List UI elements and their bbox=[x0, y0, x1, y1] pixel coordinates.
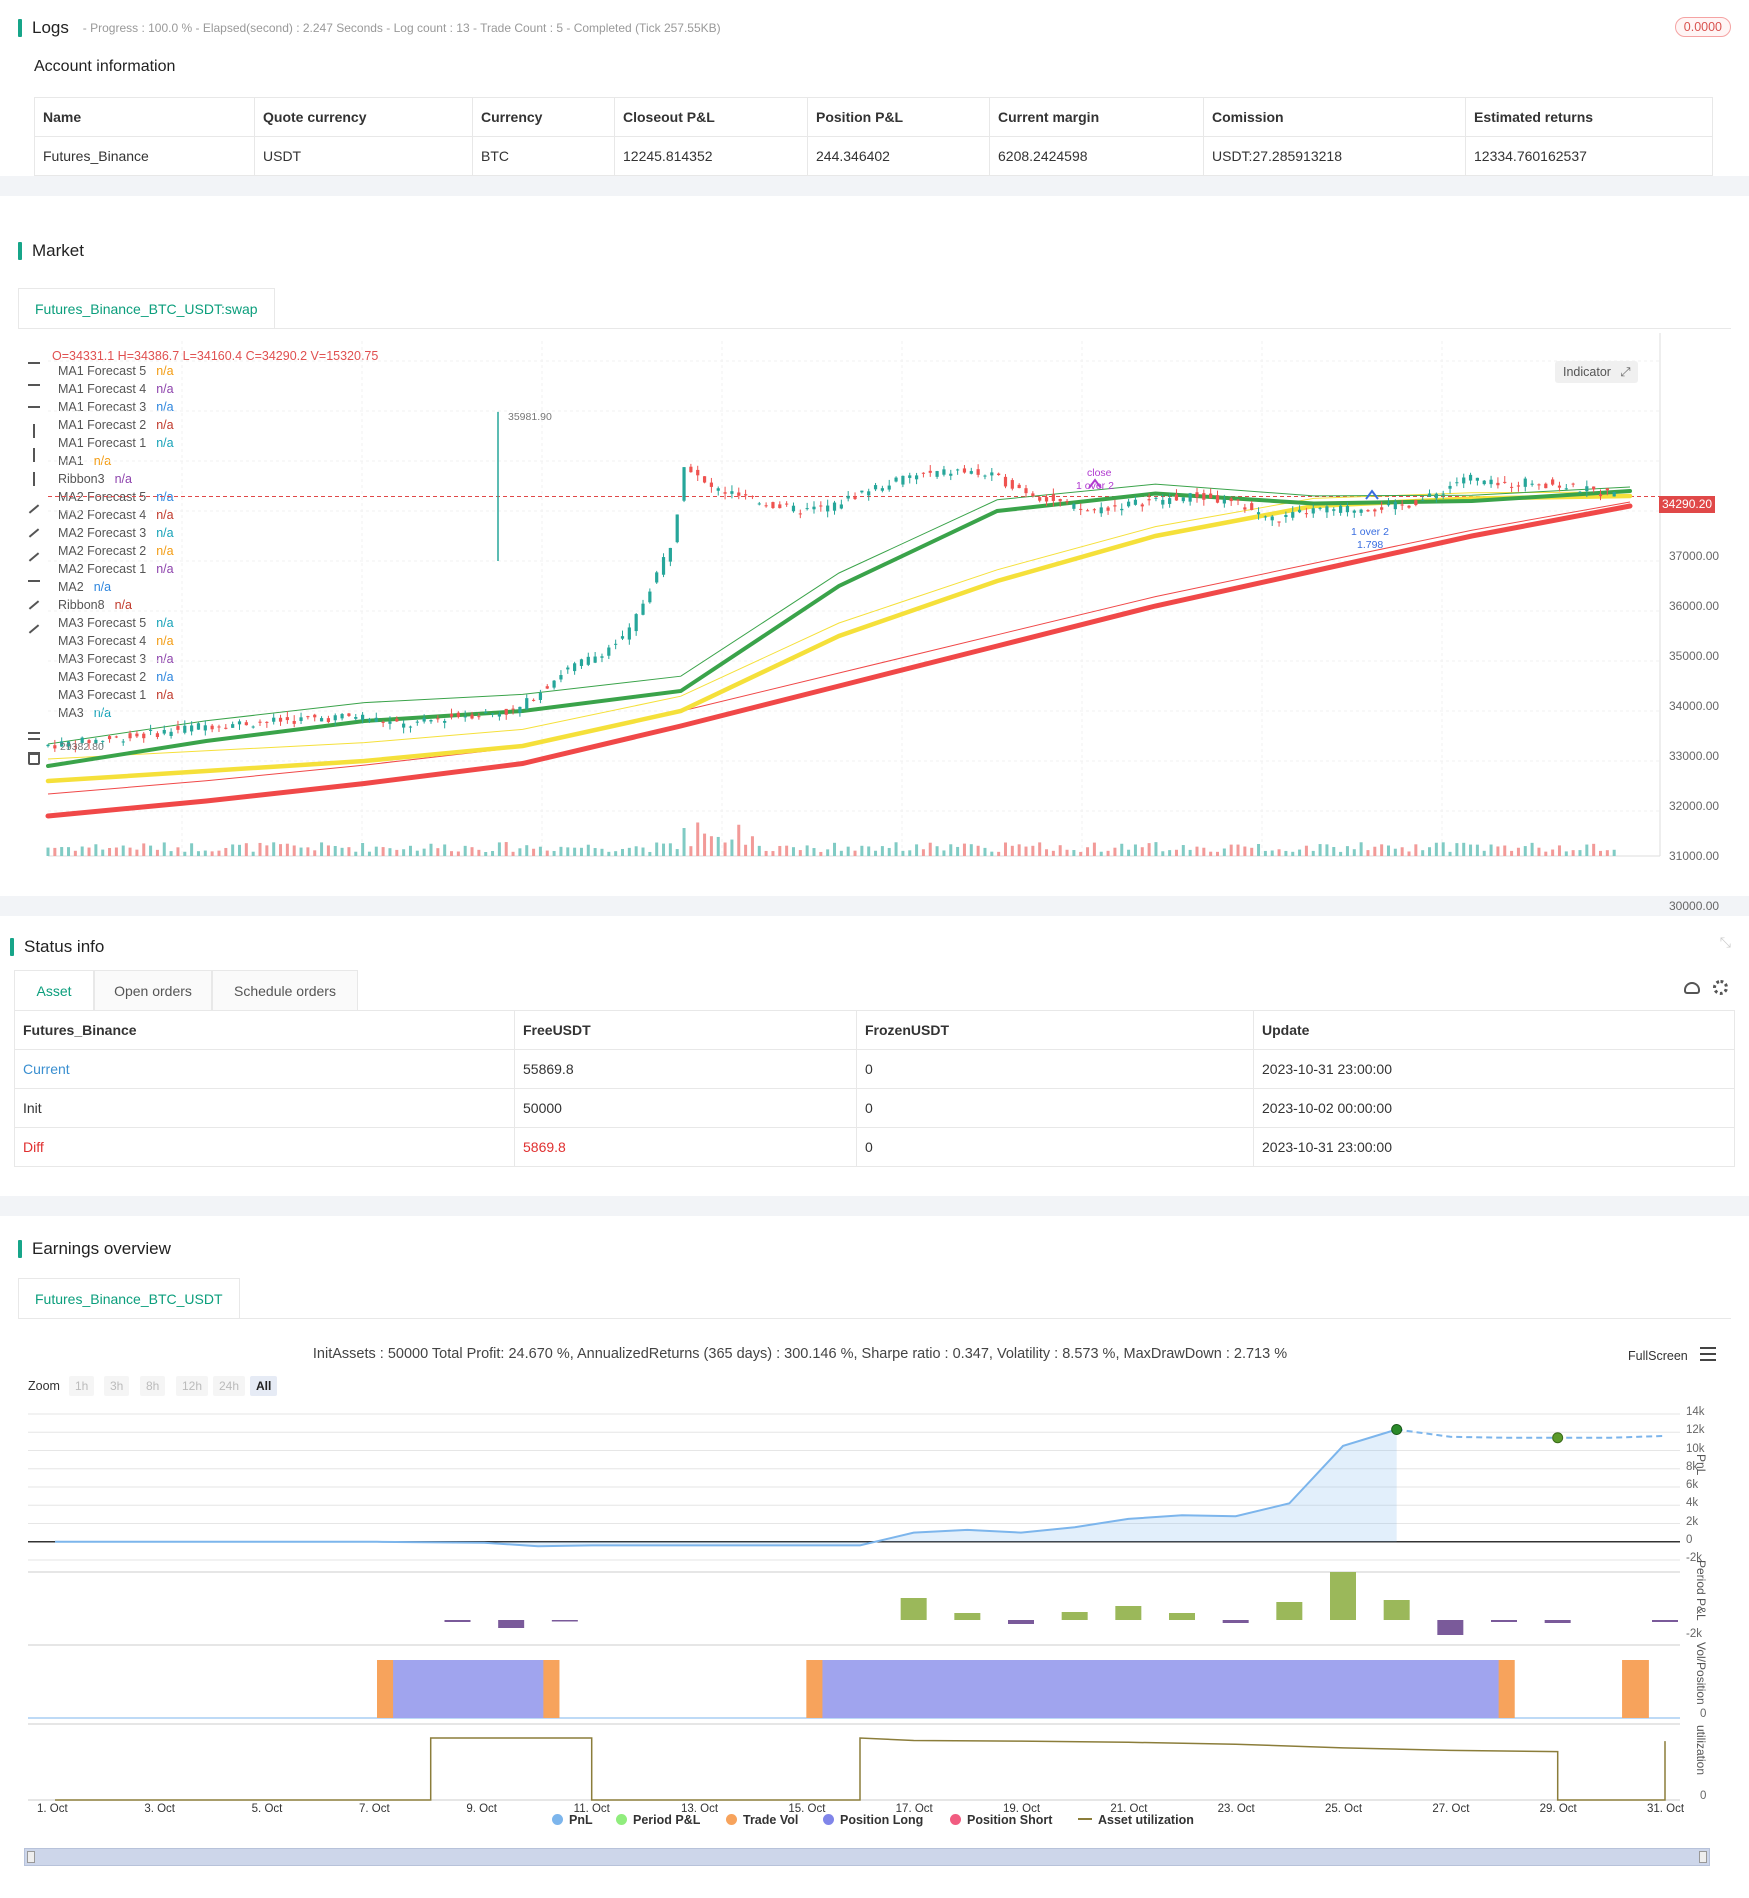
date-tick: 29. Oct bbox=[1539, 1803, 1577, 1815]
pnl-forecast-line bbox=[1396, 1428, 1666, 1439]
period-bar bbox=[444, 1620, 471, 1622]
legend-item[interactable]: Period P&L bbox=[616, 1813, 700, 1827]
legend-item-label: Period P&L bbox=[633, 1813, 701, 1827]
axis-title: Period P&L bbox=[1694, 1560, 1708, 1621]
pnl-tick: 0 bbox=[1686, 1533, 1693, 1546]
max-marker bbox=[1391, 1424, 1403, 1436]
period-bar bbox=[1491, 1620, 1517, 1622]
legend-marker-icon bbox=[726, 1814, 737, 1825]
date-tick: 1. Oct bbox=[37, 1803, 68, 1815]
legend-marker-icon bbox=[552, 1814, 563, 1825]
pnl-tick: 12k bbox=[1686, 1424, 1705, 1437]
period-bar bbox=[1061, 1612, 1088, 1620]
date-tick: 31. Oct bbox=[1647, 1803, 1685, 1815]
vol-tick: 0 bbox=[1700, 1708, 1707, 1720]
axis-title: PnL bbox=[1694, 1454, 1708, 1476]
period-bar bbox=[1544, 1620, 1571, 1623]
period-bar bbox=[1008, 1620, 1034, 1624]
date-tick: 7. Oct bbox=[359, 1803, 390, 1815]
period-bar bbox=[1330, 1572, 1356, 1620]
date-tick: 25. Oct bbox=[1325, 1803, 1363, 1815]
axis-title: Vol/Position bbox=[1694, 1642, 1708, 1705]
date-tick: 3. Oct bbox=[144, 1803, 176, 1815]
legend-item-label: Position Long bbox=[840, 1813, 924, 1827]
pnl-tick: 2k bbox=[1686, 1515, 1699, 1528]
legend-item-label: Trade Vol bbox=[743, 1813, 799, 1827]
legend-item-label: Asset utilization bbox=[1098, 1813, 1194, 1827]
period-tick: -2k bbox=[1686, 1628, 1702, 1640]
legend-marker-icon bbox=[823, 1814, 834, 1825]
period-bar bbox=[1437, 1620, 1464, 1635]
period-bar bbox=[1383, 1600, 1410, 1620]
axis-title: utilization bbox=[1694, 1725, 1708, 1776]
legend-marker-icon bbox=[1078, 1818, 1092, 1820]
period-bar bbox=[498, 1620, 525, 1628]
navigator-left-handle[interactable] bbox=[27, 1851, 35, 1863]
legend-item-label: PnL bbox=[569, 1813, 593, 1827]
date-tick: 5. Oct bbox=[251, 1803, 283, 1815]
period-bar bbox=[1276, 1602, 1303, 1620]
date-tick: 9. Oct bbox=[466, 1803, 498, 1815]
pnl-tick: 10k bbox=[1686, 1442, 1705, 1455]
legend-item[interactable]: Trade Vol bbox=[726, 1813, 798, 1827]
legend-marker-icon bbox=[616, 1814, 627, 1825]
period-bar bbox=[1169, 1613, 1195, 1620]
trade-vol-block bbox=[1622, 1660, 1649, 1718]
pnl-area bbox=[55, 1429, 1397, 1547]
legend-marker-icon bbox=[950, 1814, 961, 1825]
legend-item-label: Position Short bbox=[967, 1813, 1053, 1827]
period-bar bbox=[1652, 1620, 1678, 1622]
legend-item[interactable]: Asset utilization bbox=[1078, 1813, 1194, 1827]
legend-item[interactable]: PnL bbox=[552, 1813, 593, 1827]
position-long-block bbox=[393, 1660, 544, 1718]
period-bar bbox=[1115, 1606, 1142, 1620]
period-bar bbox=[900, 1598, 927, 1620]
pnl-tick: 4k bbox=[1686, 1497, 1699, 1510]
period-bar bbox=[551, 1620, 578, 1622]
pnl-tick: 6k bbox=[1686, 1479, 1699, 1491]
navigator-right-handle[interactable] bbox=[1699, 1851, 1707, 1863]
navigator-scrollbar[interactable] bbox=[24, 1848, 1710, 1866]
date-tick: 27. Oct bbox=[1432, 1803, 1470, 1815]
pnl-tick: 14k bbox=[1686, 1406, 1705, 1418]
util-tick: 0 bbox=[1700, 1790, 1707, 1802]
position-long-block bbox=[822, 1660, 1499, 1718]
date-tick: 23. Oct bbox=[1217, 1803, 1255, 1815]
period-bar bbox=[1222, 1620, 1249, 1623]
legend-item[interactable]: Position Short bbox=[950, 1813, 1052, 1827]
utilization-line bbox=[55, 1737, 1666, 1801]
earnings-chart[interactable] bbox=[0, 0, 1749, 1898]
period-bar bbox=[954, 1613, 981, 1620]
drawdown-marker bbox=[1552, 1432, 1564, 1444]
legend-item[interactable]: Position Long bbox=[823, 1813, 923, 1827]
